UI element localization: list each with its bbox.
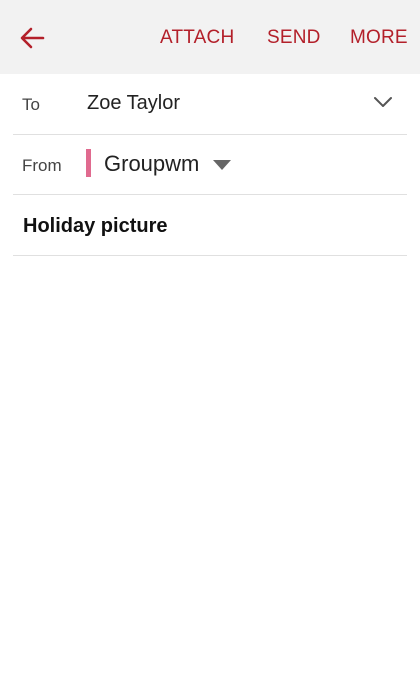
divider bbox=[13, 255, 407, 256]
send-button[interactable]: SEND bbox=[267, 26, 321, 50]
from-label: From bbox=[22, 156, 62, 175]
caret-down-icon[interactable] bbox=[212, 159, 232, 171]
compose-toolbar: ATTACH SEND MORE bbox=[0, 0, 420, 74]
subject-field[interactable]: Holiday picture bbox=[23, 215, 167, 238]
to-recipient-field[interactable]: Zoe Taylor bbox=[87, 92, 180, 115]
more-button[interactable]: MORE bbox=[350, 26, 408, 50]
message-body-field[interactable] bbox=[13, 258, 407, 678]
to-label: To bbox=[22, 95, 40, 114]
from-account-selector[interactable]: Groupwm bbox=[104, 151, 199, 177]
divider bbox=[13, 194, 407, 195]
arrow-left-icon bbox=[20, 27, 45, 49]
divider bbox=[13, 134, 407, 135]
compose-screen: ATTACH SEND MORE To Zoe Taylor From Grou… bbox=[0, 0, 420, 700]
chevron-down-icon[interactable] bbox=[372, 94, 394, 110]
back-button[interactable] bbox=[14, 20, 50, 56]
account-color-bar bbox=[86, 149, 91, 177]
attach-button[interactable]: ATTACH bbox=[160, 26, 234, 50]
